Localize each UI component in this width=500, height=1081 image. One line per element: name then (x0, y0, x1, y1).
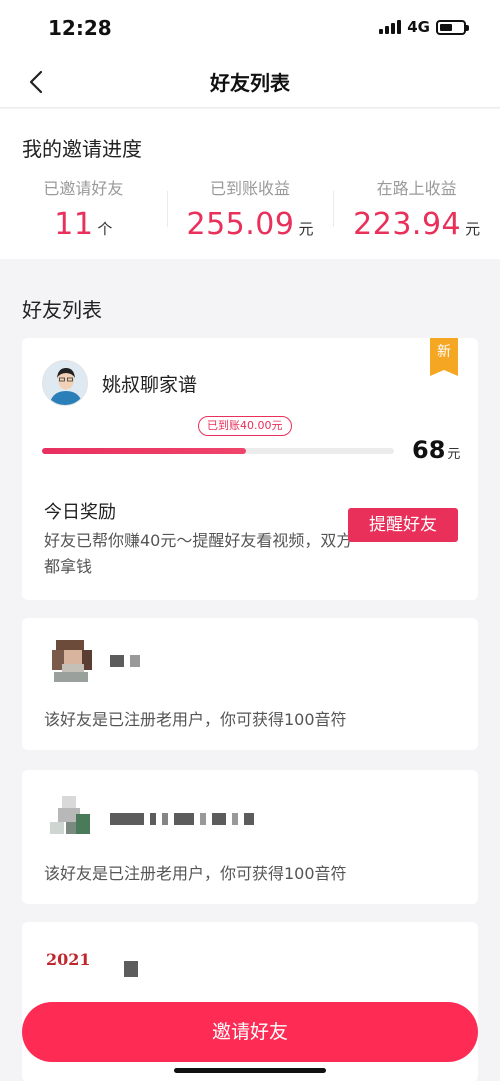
avatar (48, 638, 94, 684)
avatar (42, 360, 88, 406)
stat-unit: 个 (97, 220, 113, 238)
network-type: 4G (407, 18, 430, 36)
friend-card[interactable]: 该好友是已注册老用户，你可获得100音符 (22, 770, 478, 904)
friend-description: 该好友是已注册老用户，你可获得100音符 (44, 864, 347, 883)
status-time: 12:28 (48, 16, 112, 40)
pixelated-avatar-icon (48, 638, 94, 684)
stat-unit: 元 (298, 220, 314, 238)
stat-invited-friends: 已邀请好友 11 个 (0, 175, 167, 255)
home-indicator (174, 1068, 326, 1073)
blurred-name (110, 810, 254, 828)
page-title: 好友列表 (210, 71, 290, 95)
stat-value: 223.94 (353, 207, 462, 242)
stat-pending-earnings: 在路上收益 223.94 元 (333, 175, 500, 255)
invite-friends-button[interactable]: 邀请好友 (22, 1002, 478, 1062)
stat-label: 在路上收益 (376, 179, 457, 198)
stat-unit: 元 (465, 220, 481, 238)
friend-name: 姚叔聊家谱 (102, 374, 198, 396)
avatar-text: 2021 (46, 950, 91, 969)
battery-icon (436, 19, 469, 35)
target-amount: 68 元 (412, 436, 460, 464)
avatar: 2021 (46, 950, 96, 996)
new-badge: 新 (430, 338, 458, 376)
target-amount-unit: 元 (447, 447, 461, 462)
friend-list-title: 好友列表 (22, 298, 102, 322)
nav-bar: 好友列表 (0, 56, 500, 108)
stat-received-earnings: 已到账收益 255.09 元 (166, 175, 334, 255)
remind-friend-button[interactable]: 提醒好友 (348, 508, 458, 542)
stat-label: 已邀请好友 (43, 179, 124, 198)
blurred-name (110, 652, 140, 670)
signal-icon (379, 20, 402, 34)
person-avatar-icon (43, 361, 87, 405)
progress-title: 我的邀请进度 (22, 137, 142, 161)
reward-description: 好友已帮你赚40元～提醒好友看视频，双方都拿钱 (44, 531, 353, 576)
target-amount-value: 68 (412, 436, 446, 464)
stat-label: 已到账收益 (210, 179, 291, 198)
friend-card-featured[interactable]: 新 姚叔聊家谱 已到账40.00元 68 元 今日奖励 好友已帮你赚40元～提醒好… (22, 338, 478, 600)
progress-stats: 已邀请好友 11 个 已到账收益 255.09 元 在路上收益 223.94 元 (0, 175, 500, 255)
reward-title: 今日奖励 (44, 502, 116, 523)
stat-value: 255.09 (186, 207, 295, 242)
pixelated-avatar-icon (48, 792, 94, 838)
progress-fill (42, 448, 247, 454)
friend-description: 该好友是已注册老用户，你可获得100音符 (44, 710, 347, 729)
friend-card[interactable]: 该好友是已注册老用户，你可获得100音符 (22, 618, 478, 750)
blurred-name (124, 960, 138, 978)
status-bar: 12:28 4G (0, 0, 500, 56)
stat-value: 11 (54, 207, 94, 242)
earnings-progress-bar (42, 448, 394, 454)
invite-progress-section: 我的邀请进度 已邀请好友 11 个 已到账收益 255.09 元 在路上收益 223… (0, 109, 500, 259)
avatar (48, 792, 94, 838)
earned-amount-tag: 已到账40.00元 (198, 416, 292, 436)
status-icons: 4G (379, 18, 469, 36)
